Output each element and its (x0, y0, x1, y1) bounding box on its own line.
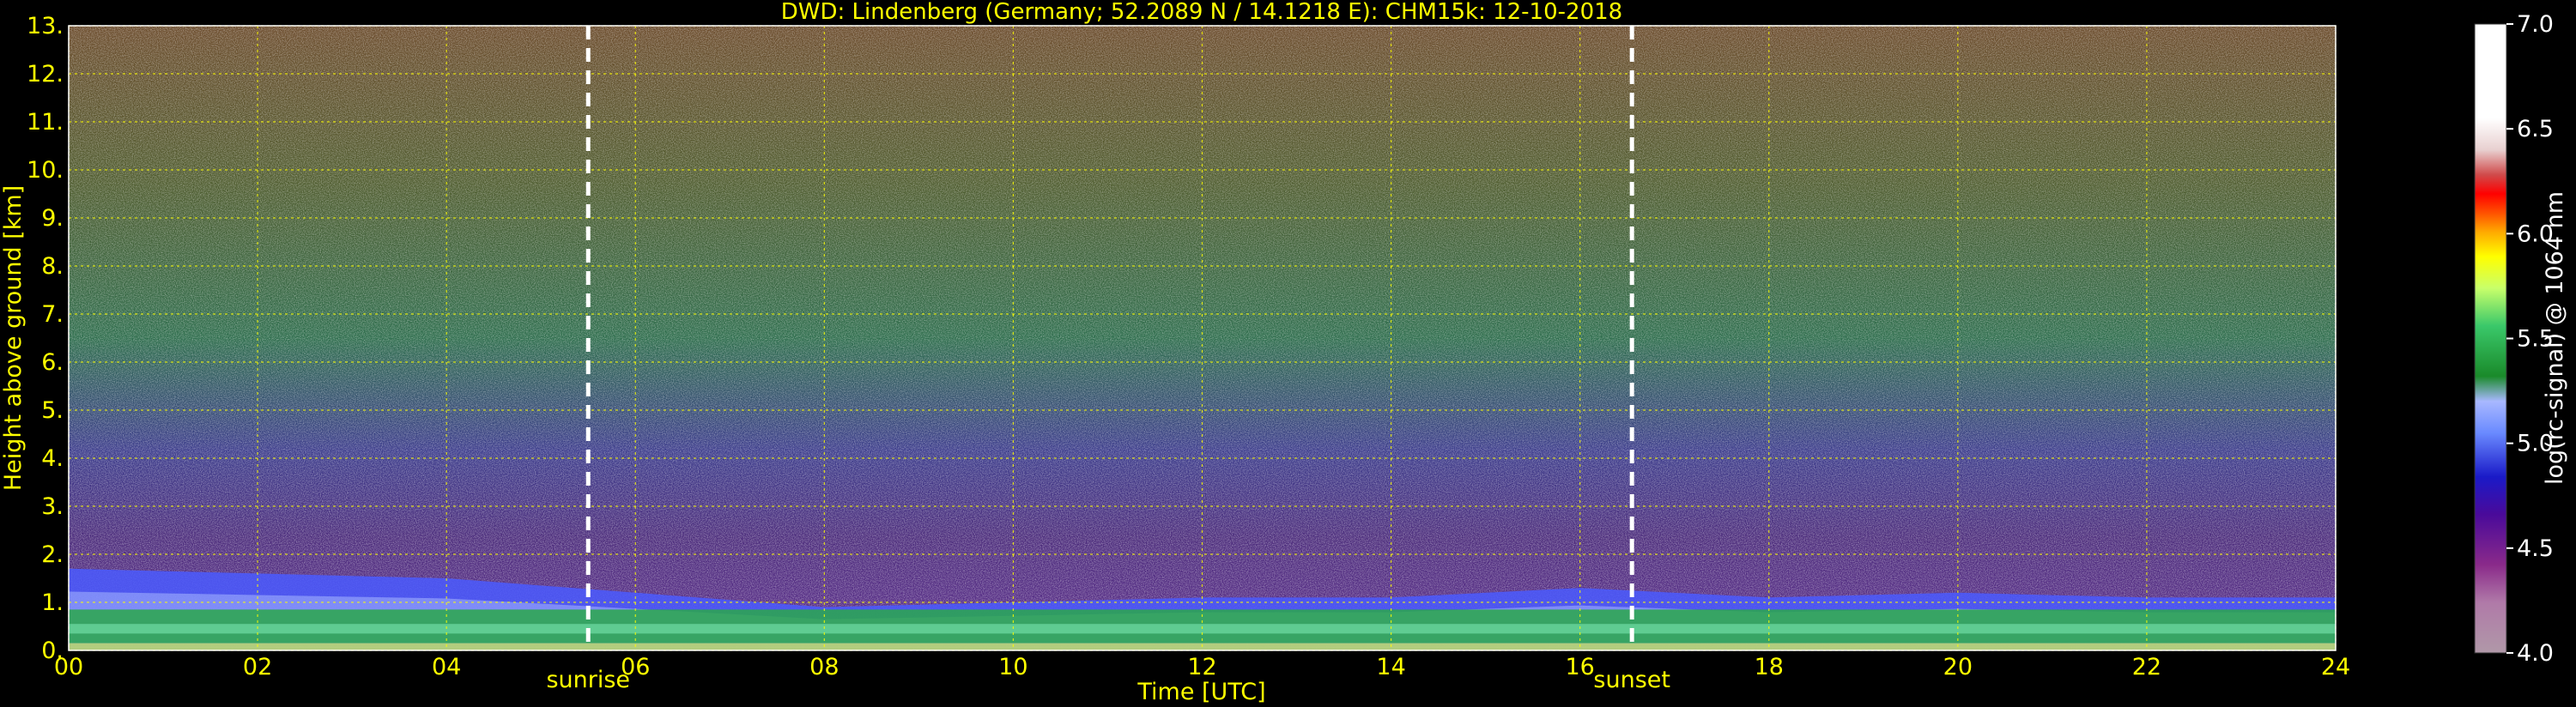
y-tick-label: 8. (41, 253, 64, 280)
x-tick-label: 08 (809, 654, 839, 680)
x-tick-label: 22 (2132, 654, 2161, 680)
x-tick-label: 14 (1376, 654, 1405, 680)
y-tick-label: 6. (41, 349, 64, 376)
x-tick-label: 04 (432, 654, 461, 680)
x-tick-label: 12 (1187, 654, 1216, 680)
x-tick-label: 24 (2321, 654, 2350, 680)
y-tick-label: 2. (41, 541, 64, 568)
x-tick-label: 10 (998, 654, 1027, 680)
colorbar-tick-label: 6.5 (2517, 116, 2554, 142)
x-tick-label: 20 (1943, 654, 1973, 680)
y-axis-label: Height above ground [km] (0, 185, 27, 491)
y-tick-label: 5. (41, 397, 64, 424)
y-tick-label: 7. (41, 301, 64, 328)
sunrise-label: sunrise (546, 667, 630, 693)
annotation-labels: sunrise sunset (546, 667, 1670, 693)
colorbar (2474, 23, 2507, 654)
x-axis-label: Time [UTC] (1136, 679, 1265, 705)
y-tick-label: 4. (41, 445, 64, 472)
y-tick-label: 11. (27, 109, 64, 136)
y-tick-label: 9. (41, 205, 64, 232)
chart-title: DWD: Lindenberg (Germany; 52.2089 N / 14… (781, 0, 1622, 25)
colorbar-tick-label: 4.0 (2517, 640, 2554, 667)
sunset-label: sunset (1593, 667, 1670, 693)
colorbar-tick-label: 7.0 (2517, 11, 2554, 38)
x-tick-label: 16 (1565, 654, 1594, 680)
y-tick-label: 0. (41, 638, 64, 664)
colorbar-tick-label: 4.5 (2517, 535, 2554, 562)
y-tick-label: 10. (27, 157, 64, 184)
x-tick-labels: 00 02 04 06 08 10 12 14 16 18 20 22 24 (54, 654, 2350, 680)
y-tick-labels: 0. 1. 2. 3. 4. 5. 6. 7. 8. 9. 10. 11. 12. 13. (27, 13, 64, 664)
y-tick-label: 1. (41, 589, 64, 616)
y-tick-label: 13. (27, 13, 64, 39)
colorbar-label: log(rc-signal) @ 1064 nm (2542, 191, 2568, 485)
y-tick-label: 3. (41, 493, 64, 520)
x-tick-label: 02 (243, 654, 272, 680)
x-tick-label: 18 (1755, 654, 1784, 680)
ceilometer-figure: 00 02 04 06 08 10 12 14 16 18 20 22 24 0.1.2.3.4.5.6… (0, 0, 2568, 705)
y-tick-label: 12. (27, 61, 64, 88)
